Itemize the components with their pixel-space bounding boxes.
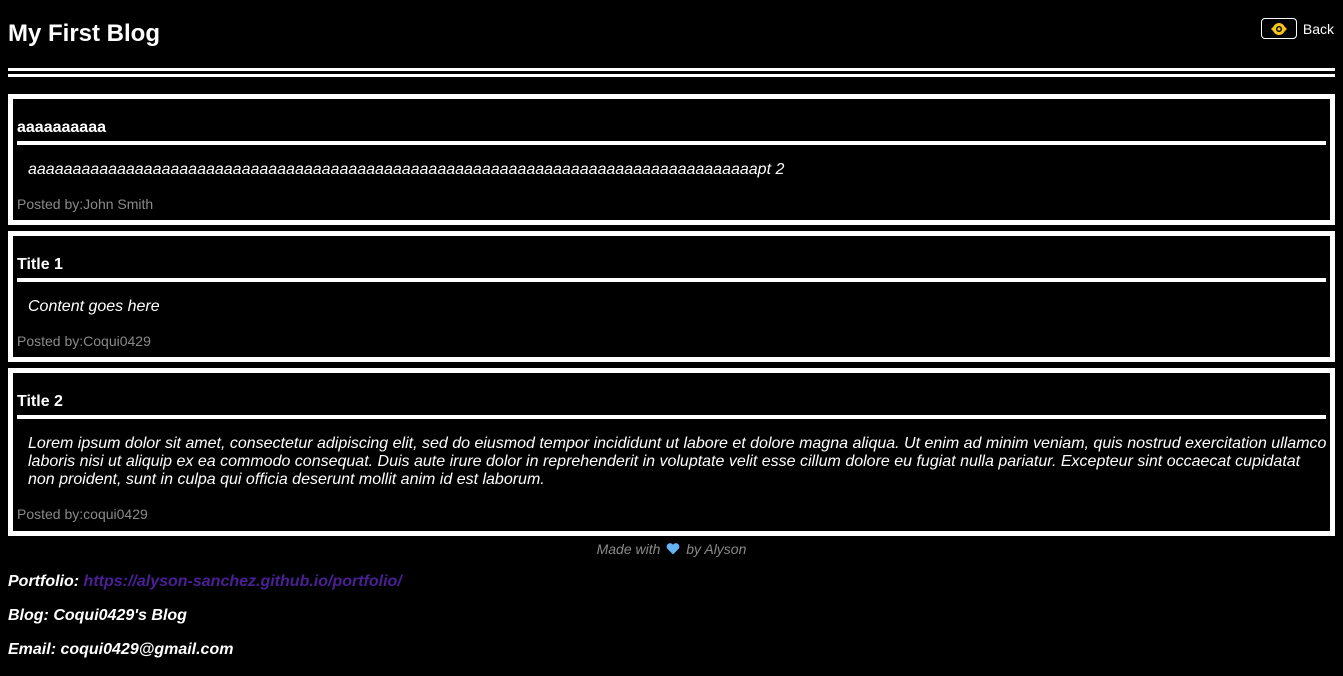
portfolio-label: Portfolio: [8, 573, 80, 590]
post-divider [17, 415, 1326, 419]
header: My First Blog Back [0, 0, 1343, 68]
post-author: Posted by:John Smith [17, 196, 154, 212]
post-content: Content goes here [28, 298, 160, 315]
made-with-prefix: Made with [596, 541, 661, 557]
page-title: My First Blog [8, 20, 161, 47]
post-card: Title 1 Content goes here Posted by:Coqu… [8, 231, 1335, 362]
email-line: Email: coqui0429@gmail.com [8, 641, 234, 658]
back-button[interactable]: Back [1260, 18, 1334, 39]
post-content: Lorem ipsum dolor sit amet, consectetur … [28, 435, 1327, 488]
post-card: aaaaaaaaaa aaaaaaaaaaaaaaaaaaaaaaaaaaaaa… [8, 94, 1335, 225]
header-divider-2 [8, 74, 1335, 77]
post-card: Title 2 Lorem ipsum dolor sit amet, cons… [8, 368, 1335, 536]
post-author: Posted by:coqui0429 [17, 506, 148, 522]
post-divider [17, 141, 1326, 145]
post-title: aaaaaaaaaa [17, 119, 106, 136]
heart-icon [666, 542, 680, 558]
made-with-suffix: by Alyson [686, 541, 747, 557]
portfolio-line: Portfolio: https://alyson-sanchez.github… [8, 573, 402, 591]
post-author: Posted by:Coqui0429 [17, 333, 151, 349]
post-title: Title 1 [17, 256, 63, 273]
back-label: Back [1302, 20, 1334, 37]
made-with-credit: Made with by Alyson [0, 541, 1343, 558]
post-divider [17, 278, 1326, 282]
post-content: aaaaaaaaaaaaaaaaaaaaaaaaaaaaaaaaaaaaaaaa… [28, 161, 785, 178]
back-badge-icon [1260, 18, 1297, 39]
portfolio-link[interactable]: https://alyson-sanchez.github.io/portfol… [84, 573, 402, 590]
post-title: Title 2 [17, 393, 63, 410]
header-divider-1 [8, 68, 1335, 71]
blog-line: Blog: Coqui0429's Blog [8, 607, 187, 624]
